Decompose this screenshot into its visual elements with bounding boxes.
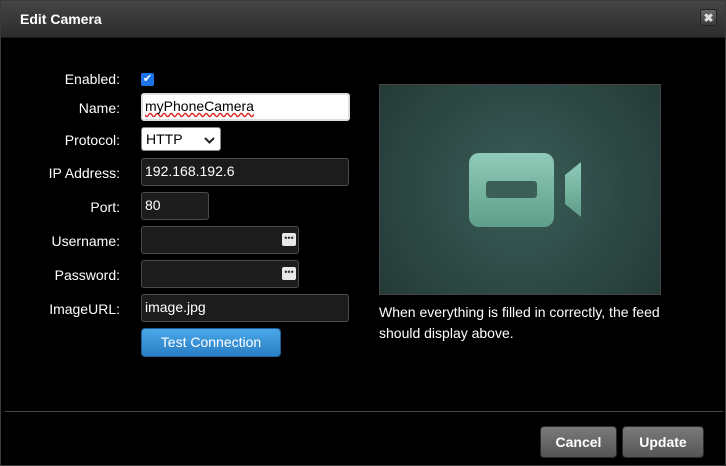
cancel-button[interactable]: Cancel — [540, 426, 617, 458]
enabled-checkbox[interactable]: ✔ — [141, 73, 154, 86]
password-field[interactable]: ••• — [141, 260, 299, 288]
name-label: Name: — [78, 100, 120, 116]
footer-divider — [5, 411, 723, 412]
port-value: 80 — [145, 197, 161, 213]
imageurl-value: image.jpg — [145, 299, 206, 315]
port-field[interactable]: 80 — [141, 192, 209, 220]
chevron-down-icon — [204, 132, 215, 148]
protocol-select[interactable]: HTTP — [141, 127, 221, 151]
imageurl-label: ImageURL: — [49, 301, 120, 317]
preview-caption: When everything is filled in correctly, … — [379, 304, 660, 341]
protocol-label: Protocol: — [64, 132, 120, 148]
camera-preview — [379, 84, 661, 295]
update-button[interactable]: Update — [622, 426, 704, 458]
name-value: myPhoneCamera — [145, 98, 254, 114]
port-label: Port: — [90, 199, 120, 215]
ip-address-label: IP Address: — [48, 165, 120, 181]
imageurl-field[interactable]: image.jpg — [141, 294, 349, 322]
protocol-value: HTTP — [146, 131, 183, 147]
password-manager-icon[interactable]: ••• — [282, 233, 296, 246]
name-field[interactable]: myPhoneCamera — [141, 93, 350, 121]
ip-address-value: 192.168.192.6 — [145, 163, 235, 179]
close-icon[interactable]: ✖ — [700, 9, 717, 26]
edit-camera-dialog: Edit Camera ✖ Enabled: ✔ Name: myPhoneCa… — [0, 0, 726, 466]
ip-address-field[interactable]: 192.168.192.6 — [141, 158, 349, 186]
username-label: Username: — [51, 233, 120, 249]
password-label: Password: — [54, 267, 120, 283]
enabled-label: Enabled: — [64, 71, 120, 87]
test-connection-button[interactable]: Test Connection — [141, 328, 281, 357]
dialog-titlebar[interactable]: Edit Camera ✖ — [1, 1, 725, 38]
username-field[interactable]: ••• — [141, 226, 299, 254]
dialog-title: Edit Camera — [20, 11, 102, 27]
password-manager-icon[interactable]: ••• — [282, 267, 296, 280]
video-camera-icon — [469, 153, 581, 227]
